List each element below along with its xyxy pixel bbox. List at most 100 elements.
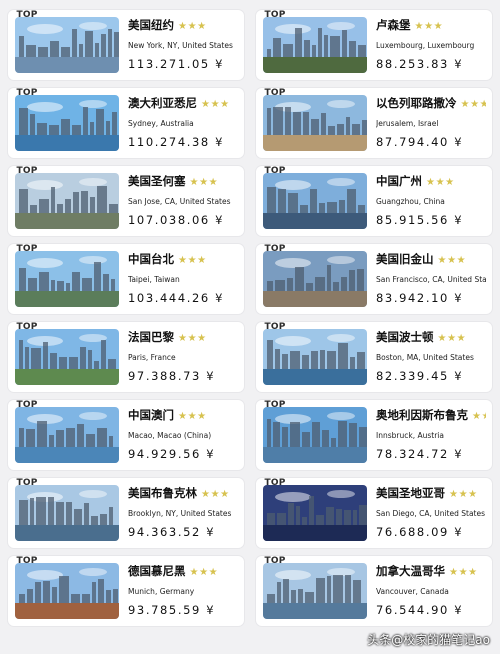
currency-symbol: ¥ bbox=[454, 447, 464, 461]
city-photo bbox=[263, 407, 367, 463]
city-name-en: Taipei, Taiwan bbox=[128, 275, 180, 284]
city-photo bbox=[15, 251, 119, 307]
city-card[interactable]: TOP15法国巴黎★★★Paris, France97.388.73 ¥ bbox=[8, 322, 244, 392]
city-name-cn: 中国澳门 ★★★ bbox=[128, 407, 238, 425]
city-name-cn: 澳大利亚悉尼 ★★★ bbox=[128, 95, 238, 113]
price-value: 88.253.83 bbox=[376, 57, 449, 71]
city-name-en: Brooklyn, NY, United States bbox=[128, 509, 232, 518]
city-info: 美国布鲁克林 ★★★ Brooklyn, NY, United States 94.3… bbox=[128, 485, 238, 541]
currency-symbol: ¥ bbox=[206, 369, 216, 383]
currency-symbol: ¥ bbox=[206, 447, 216, 461]
city-info: 美国旧金山 ★★★ San Francisco, CA, United States… bbox=[376, 251, 486, 307]
price: 94.363.52 ¥ bbox=[128, 525, 238, 539]
city-photo-illustration bbox=[263, 407, 367, 463]
city-name-cn-text: 美国圣地亚哥 bbox=[376, 486, 445, 500]
city-card[interactable]: TOP20以色列耶路撒冷★★★Jerusalem, Israel87.794.4… bbox=[256, 88, 492, 158]
city-photo bbox=[15, 407, 119, 463]
city-name-cn: 美国布鲁克林 ★★★ bbox=[128, 485, 238, 503]
star-rating-icon: ★★★ bbox=[449, 489, 478, 500]
city-name-cn-text: 奥地利因斯布鲁克 bbox=[376, 408, 468, 422]
city-name-cn: 美国波士顿 ★★★ bbox=[376, 329, 486, 347]
price-value: 78.324.72 bbox=[376, 447, 449, 461]
city-info: 中国台北 ★★★ Taipei, Taiwan 103.444.26 ¥ bbox=[128, 251, 238, 307]
city-photo-illustration bbox=[263, 329, 367, 385]
star-rating-icon: ★★★ bbox=[201, 99, 230, 110]
city-card[interactable]: TOP24奥地利因斯布鲁克★★★Innsbruck, Austria78.324… bbox=[256, 400, 492, 470]
city-name-en: New York, NY, United States bbox=[128, 41, 233, 50]
city-name-cn-text: 德国慕尼黑 bbox=[128, 564, 186, 578]
city-name-en: Jerusalem, Israel bbox=[376, 119, 439, 128]
star-rating-icon: ★★★ bbox=[472, 411, 486, 422]
city-photo bbox=[263, 563, 367, 619]
city-card[interactable]: TOP19卢森堡★★★Luxembourg, Luxembourg88.253.… bbox=[256, 10, 492, 80]
city-photo bbox=[15, 95, 119, 151]
currency-symbol: ¥ bbox=[454, 213, 464, 227]
city-info: 奥地利因斯布鲁克 ★★★ Innsbruck, Austria 78.324.72 ¥ bbox=[376, 407, 486, 463]
city-name-cn: 美国纽约 ★★★ bbox=[128, 17, 238, 35]
currency-symbol: ¥ bbox=[215, 291, 225, 305]
currency-symbol: ¥ bbox=[454, 525, 464, 539]
city-info: 美国圣地亚哥 ★★★ San Diego, CA, United States 76.… bbox=[376, 485, 486, 541]
price-value: 76.688.09 bbox=[376, 525, 449, 539]
price: 82.339.45 ¥ bbox=[376, 369, 486, 383]
city-name-cn-text: 澳大利亚悉尼 bbox=[128, 96, 197, 110]
city-card[interactable]: TOP16中国澳门★★★Macao, Macao (China)94.929.5… bbox=[8, 400, 244, 470]
city-name-cn-text: 美国波士顿 bbox=[376, 330, 434, 344]
price: 103.444.26 ¥ bbox=[128, 291, 238, 305]
city-photo-illustration bbox=[15, 485, 119, 541]
city-photo-illustration bbox=[263, 173, 367, 229]
city-card[interactable]: TOP26加拿大温哥华★★★Vancouver, Canada76.544.90… bbox=[256, 556, 492, 626]
city-name-cn-text: 美国布鲁克林 bbox=[128, 486, 197, 500]
city-photo-illustration bbox=[263, 17, 367, 73]
city-photo bbox=[263, 329, 367, 385]
price-value: 85.915.56 bbox=[376, 213, 449, 227]
city-info: 以色列耶路撒冷 ★★★ Jerusalem, Israel 87.794.40 ¥ bbox=[376, 95, 486, 151]
city-name-en: San Jose, CA, United States bbox=[128, 197, 231, 206]
city-card[interactable]: TOP18德国慕尼黑★★★Munich, Germany93.785.59 ¥ bbox=[8, 556, 244, 626]
city-card[interactable]: TOP12澳大利亚悉尼★★★Sydney, Australia110.274.3… bbox=[8, 88, 244, 158]
city-card[interactable]: TOP25美国圣地亚哥★★★San Diego, CA, United Stat… bbox=[256, 478, 492, 548]
city-photo bbox=[263, 485, 367, 541]
city-photo bbox=[15, 485, 119, 541]
city-card[interactable]: TOP23美国波士顿★★★Boston, MA, United States82… bbox=[256, 322, 492, 392]
star-rating-icon: ★★★ bbox=[414, 21, 444, 32]
price-value: 94.929.56 bbox=[128, 447, 201, 461]
price-value: 87.794.40 bbox=[376, 135, 449, 149]
city-name-en: Luxembourg, Luxembourg bbox=[376, 41, 475, 50]
star-rating-icon: ★★★ bbox=[178, 333, 207, 344]
price-value: 82.339.45 bbox=[376, 369, 449, 383]
city-name-cn: 美国圣地亚哥 ★★★ bbox=[376, 485, 486, 503]
currency-symbol: ¥ bbox=[206, 603, 216, 617]
star-rating-icon: ★★★ bbox=[189, 177, 219, 188]
city-card[interactable]: TOP17美国布鲁克林★★★Brooklyn, NY, United State… bbox=[8, 478, 244, 548]
city-info: 澳大利亚悉尼 ★★★ Sydney, Australia 110.274.38 ¥ bbox=[128, 95, 238, 151]
city-name-cn: 法国巴黎 ★★★ bbox=[128, 329, 238, 347]
city-name-cn: 美国圣何塞 ★★★ bbox=[128, 173, 238, 191]
city-name-en: San Francisco, CA, United States bbox=[376, 275, 486, 284]
city-info: 德国慕尼黑 ★★★ Munich, Germany 93.785.59 ¥ bbox=[128, 563, 238, 619]
city-card[interactable]: TOP14中国台北★★★Taipei, Taiwan103.444.26 ¥ bbox=[8, 244, 244, 314]
city-photo-illustration bbox=[263, 563, 367, 619]
city-card[interactable]: TOP22美国旧金山★★★San Francisco, CA, United S… bbox=[256, 244, 492, 314]
currency-symbol: ¥ bbox=[454, 369, 464, 383]
star-rating-icon: ★★★ bbox=[178, 21, 207, 32]
city-info: 中国广州 ★★★ Guangzhou, China 85.915.56 ¥ bbox=[376, 173, 486, 229]
city-name-cn-text: 美国纽约 bbox=[128, 18, 174, 32]
city-photo-illustration bbox=[15, 251, 119, 307]
city-name-cn: 以色列耶路撒冷 ★★★ bbox=[376, 95, 486, 113]
price-value: 93.785.59 bbox=[128, 603, 201, 617]
city-photo bbox=[263, 251, 367, 307]
city-name-en: Macao, Macao (China) bbox=[128, 431, 212, 440]
city-card[interactable]: TOP21中国广州★★★Guangzhou, China85.915.56 ¥ bbox=[256, 166, 492, 236]
city-name-cn: 美国旧金山 ★★★ bbox=[376, 251, 486, 269]
currency-symbol: ¥ bbox=[454, 603, 464, 617]
city-info: 美国圣何塞 ★★★ San Jose, CA, United States 107.0… bbox=[128, 173, 238, 229]
city-name-cn: 加拿大温哥华 ★★★ bbox=[376, 563, 486, 581]
city-card[interactable]: TOP11美国纽约★★★New York, NY, United States1… bbox=[8, 10, 244, 80]
city-card[interactable]: TOP13美国圣何塞★★★San Jose, CA, United States… bbox=[8, 166, 244, 236]
city-name-en: Innsbruck, Austria bbox=[376, 431, 444, 440]
currency-symbol: ¥ bbox=[454, 57, 464, 71]
price: 85.915.56 ¥ bbox=[376, 213, 486, 227]
city-photo bbox=[15, 563, 119, 619]
city-name-en: Sydney, Australia bbox=[128, 119, 194, 128]
